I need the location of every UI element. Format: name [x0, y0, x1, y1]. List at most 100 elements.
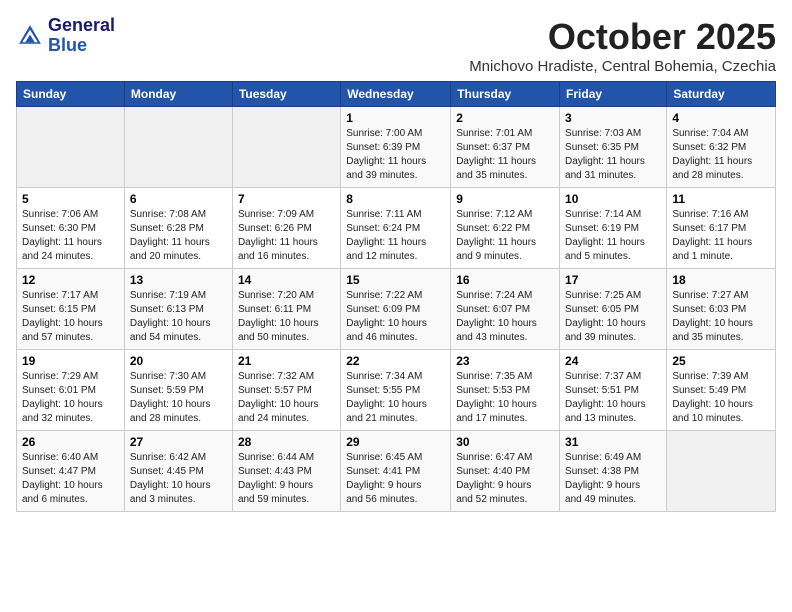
- week-row-5: 26Sunrise: 6:40 AM Sunset: 4:47 PM Dayli…: [17, 431, 776, 512]
- week-row-3: 12 Sunrise: 7:17 AM Sunset: 6:15 PM Dayli…: [17, 269, 776, 350]
- day-number: 26: [22, 435, 119, 449]
- day-info: Sunrise: 7:29 AM Sunset: 6:01 PM Dayligh…: [22, 370, 119, 426]
- calendar-cell: [667, 431, 776, 512]
- calendar-cell: 9Sunrise: 7:12 AM Sunset: 6:22 PM Daylig…: [451, 188, 560, 269]
- day-number: 25: [672, 354, 770, 368]
- day-info: Sunrise: 7:00 AM Sunset: 6:39 PM Dayligh…: [346, 127, 445, 183]
- day-info: Sunrise: 6:47 AM Sunset: 4:40 PM Dayligh…: [456, 451, 554, 507]
- header-row: SundayMondayTuesdayWednesdayThursdayFrid…: [17, 82, 776, 107]
- day-info: Sunrise: 6:42 AM Sunset: 4:45 PM Dayligh…: [130, 451, 227, 507]
- day-info: Sunrise: 6:44 AM Sunset: 4:43 PM Dayligh…: [238, 451, 335, 507]
- calendar-cell: 14 Sunrise: 7:20 AM Sunset: 6:11 PM Dayli…: [232, 269, 340, 350]
- calendar-cell: 5 Sunrise: 7:06 AM Sunset: 6:30 PM Daylig…: [17, 188, 125, 269]
- day-number: 5: [22, 192, 119, 206]
- day-info: Sunrise: 7:03 AM Sunset: 6:35 PM Dayligh…: [565, 127, 661, 183]
- calendar-cell: 24Sunrise: 7:37 AM Sunset: 5:51 PM Dayli…: [560, 350, 667, 431]
- day-info: Sunrise: 7:27 AM Sunset: 6:03 PM Dayligh…: [672, 289, 770, 345]
- day-info: Sunrise: 7:06 AM Sunset: 6:30 PM Dayligh…: [22, 208, 119, 264]
- day-info: Sunrise: 6:49 AM Sunset: 4:38 PM Dayligh…: [565, 451, 661, 507]
- day-number: 8: [346, 192, 445, 206]
- day-number: 31: [565, 435, 661, 449]
- calendar-cell: 20 Sunrise: 7:30 AM Sunset: 5:59 PM Dayli…: [124, 350, 232, 431]
- day-number: 20: [130, 354, 227, 368]
- day-number: 19: [22, 354, 119, 368]
- calendar-cell: 7 Sunrise: 7:09 AM Sunset: 6:26 PM Daylig…: [232, 188, 340, 269]
- day-number: 29: [346, 435, 445, 449]
- day-number: 15: [346, 273, 445, 287]
- header: General Blue October 2025 Mnichovo Hradi…: [16, 16, 776, 75]
- header-sunday: Sunday: [17, 82, 125, 107]
- calendar-cell: 3 Sunrise: 7:03 AM Sunset: 6:35 PM Daylig…: [560, 107, 667, 188]
- day-number: 22: [346, 354, 445, 368]
- calendar-cell: 28 Sunrise: 6:44 AM Sunset: 4:43 PM Dayli…: [232, 431, 340, 512]
- header-wednesday: Wednesday: [341, 82, 451, 107]
- day-info: Sunrise: 7:25 AM Sunset: 6:05 PM Dayligh…: [565, 289, 661, 345]
- week-row-1: 1 Sunrise: 7:00 AM Sunset: 6:39 PM Daylig…: [17, 107, 776, 188]
- calendar-cell: 27 Sunrise: 6:42 AM Sunset: 4:45 PM Dayli…: [124, 431, 232, 512]
- logo: General Blue: [16, 16, 115, 56]
- calendar-table: SundayMondayTuesdayWednesdayThursdayFrid…: [16, 81, 776, 512]
- day-info: Sunrise: 7:16 AM Sunset: 6:17 PM Dayligh…: [672, 208, 770, 264]
- day-number: 7: [238, 192, 335, 206]
- calendar-cell: 12 Sunrise: 7:17 AM Sunset: 6:15 PM Dayli…: [17, 269, 125, 350]
- day-info: Sunrise: 7:34 AM Sunset: 5:55 PM Dayligh…: [346, 370, 445, 426]
- calendar-cell: 22 Sunrise: 7:34 AM Sunset: 5:55 PM Dayli…: [341, 350, 451, 431]
- day-info: Sunrise: 7:32 AM Sunset: 5:57 PM Dayligh…: [238, 370, 335, 426]
- day-info: Sunrise: 6:45 AM Sunset: 4:41 PM Dayligh…: [346, 451, 445, 507]
- day-number: 28: [238, 435, 335, 449]
- calendar-cell: 29 Sunrise: 6:45 AM Sunset: 4:41 PM Dayli…: [341, 431, 451, 512]
- day-info: Sunrise: 7:30 AM Sunset: 5:59 PM Dayligh…: [130, 370, 227, 426]
- day-number: 18: [672, 273, 770, 287]
- day-number: 2: [456, 111, 554, 125]
- day-number: 16: [456, 273, 554, 287]
- calendar-cell: 6 Sunrise: 7:08 AM Sunset: 6:28 PM Daylig…: [124, 188, 232, 269]
- day-info: Sunrise: 7:19 AM Sunset: 6:13 PM Dayligh…: [130, 289, 227, 345]
- calendar-cell: 25 Sunrise: 7:39 AM Sunset: 5:49 PM Dayli…: [667, 350, 776, 431]
- day-number: 13: [130, 273, 227, 287]
- day-info: Sunrise: 7:04 AM Sunset: 6:32 PM Dayligh…: [672, 127, 770, 183]
- calendar-cell: [17, 107, 125, 188]
- day-info: Sunrise: 7:22 AM Sunset: 6:09 PM Dayligh…: [346, 289, 445, 345]
- calendar-cell: 10 Sunrise: 7:14 AM Sunset: 6:19 PM Dayli…: [560, 188, 667, 269]
- day-number: 4: [672, 111, 770, 125]
- day-number: 12: [22, 273, 119, 287]
- calendar-cell: 30Sunrise: 6:47 AM Sunset: 4:40 PM Dayli…: [451, 431, 560, 512]
- calendar-cell: 13 Sunrise: 7:19 AM Sunset: 6:13 PM Dayli…: [124, 269, 232, 350]
- day-info: Sunrise: 7:35 AM Sunset: 5:53 PM Dayligh…: [456, 370, 554, 426]
- day-number: 21: [238, 354, 335, 368]
- location-title: Mnichovo Hradiste, Central Bohemia, Czec…: [469, 58, 776, 75]
- day-info: Sunrise: 7:20 AM Sunset: 6:11 PM Dayligh…: [238, 289, 335, 345]
- calendar-cell: 8Sunrise: 7:11 AM Sunset: 6:24 PM Daylig…: [341, 188, 451, 269]
- day-number: 24: [565, 354, 661, 368]
- calendar-cell: 2Sunrise: 7:01 AM Sunset: 6:37 PM Daylig…: [451, 107, 560, 188]
- day-number: 1: [346, 111, 445, 125]
- day-number: 17: [565, 273, 661, 287]
- day-info: Sunrise: 7:08 AM Sunset: 6:28 PM Dayligh…: [130, 208, 227, 264]
- day-number: 27: [130, 435, 227, 449]
- header-saturday: Saturday: [667, 82, 776, 107]
- day-info: Sunrise: 7:14 AM Sunset: 6:19 PM Dayligh…: [565, 208, 661, 264]
- logo-line1: General: [48, 16, 115, 36]
- header-tuesday: Tuesday: [232, 82, 340, 107]
- calendar-cell: 23Sunrise: 7:35 AM Sunset: 5:53 PM Dayli…: [451, 350, 560, 431]
- day-info: Sunrise: 7:09 AM Sunset: 6:26 PM Dayligh…: [238, 208, 335, 264]
- day-number: 14: [238, 273, 335, 287]
- title-section: October 2025 Mnichovo Hradiste, Central …: [469, 16, 776, 75]
- logo-line2: Blue: [48, 36, 115, 56]
- calendar-cell: 16 Sunrise: 7:24 AM Sunset: 6:07 PM Dayli…: [451, 269, 560, 350]
- day-info: Sunrise: 7:24 AM Sunset: 6:07 PM Dayligh…: [456, 289, 554, 345]
- day-number: 9: [456, 192, 554, 206]
- calendar-cell: 26Sunrise: 6:40 AM Sunset: 4:47 PM Dayli…: [17, 431, 125, 512]
- day-number: 6: [130, 192, 227, 206]
- calendar-cell: 31 Sunrise: 6:49 AM Sunset: 4:38 PM Dayli…: [560, 431, 667, 512]
- day-number: 10: [565, 192, 661, 206]
- week-row-4: 19 Sunrise: 7:29 AM Sunset: 6:01 PM Dayli…: [17, 350, 776, 431]
- calendar-cell: 11Sunrise: 7:16 AM Sunset: 6:17 PM Dayli…: [667, 188, 776, 269]
- day-info: Sunrise: 7:17 AM Sunset: 6:15 PM Dayligh…: [22, 289, 119, 345]
- day-info: Sunrise: 7:39 AM Sunset: 5:49 PM Dayligh…: [672, 370, 770, 426]
- calendar-cell: 19 Sunrise: 7:29 AM Sunset: 6:01 PM Dayli…: [17, 350, 125, 431]
- header-monday: Monday: [124, 82, 232, 107]
- day-number: 3: [565, 111, 661, 125]
- month-title: October 2025: [469, 16, 776, 58]
- calendar-cell: 1 Sunrise: 7:00 AM Sunset: 6:39 PM Daylig…: [341, 107, 451, 188]
